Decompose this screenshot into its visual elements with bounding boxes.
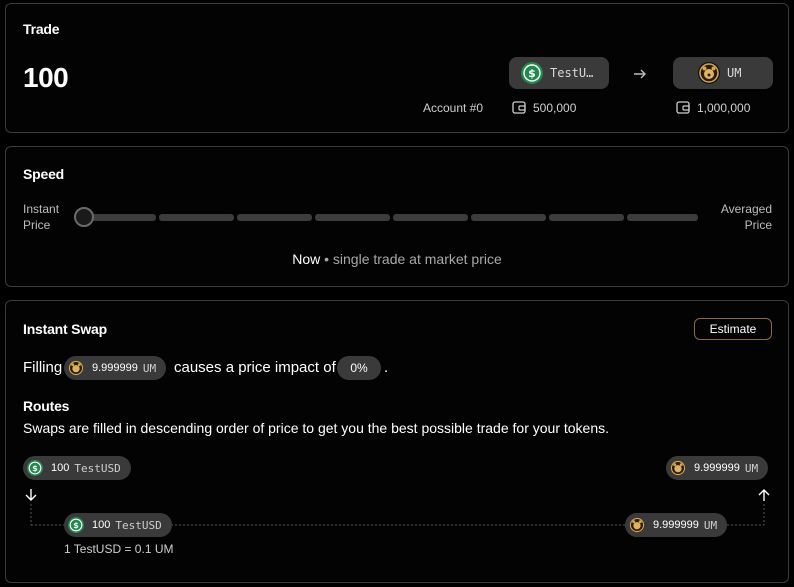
speed-card: Speed Instant Price Averaged Price Now •… bbox=[5, 146, 789, 287]
slider-segment[interactable] bbox=[315, 214, 390, 221]
to-asset-label: UM bbox=[727, 66, 742, 80]
route-start-symbol: TestUSD bbox=[74, 461, 121, 475]
instant-label-line1: Instant bbox=[23, 202, 60, 216]
route-end-amount: 9.999999 bbox=[694, 462, 740, 474]
hop-in-amount: 100 bbox=[92, 519, 111, 531]
route-end-symbol: UM bbox=[744, 461, 759, 475]
svg-text:$: $ bbox=[32, 464, 38, 473]
arrow-right-icon bbox=[634, 69, 646, 79]
hop-in-pill: $ 100 TestUSD bbox=[64, 513, 172, 537]
to-asset-selector[interactable]: UM bbox=[673, 57, 773, 89]
speed-title: Speed bbox=[23, 166, 65, 182]
usd-coin-icon: $ bbox=[27, 460, 43, 476]
slider-segment[interactable] bbox=[159, 214, 234, 221]
hop-out-amount: 9.999999 bbox=[653, 519, 699, 531]
slider-segment[interactable] bbox=[549, 214, 624, 221]
speed-description: Now • single trade at market price bbox=[6, 251, 788, 267]
svg-text:$: $ bbox=[528, 67, 536, 80]
slider-segment[interactable] bbox=[237, 214, 312, 221]
averaged-label-line2: Price bbox=[744, 218, 772, 232]
speed-desc-strong: Now bbox=[292, 251, 321, 267]
slider-segment[interactable] bbox=[393, 214, 468, 221]
svg-text:$: $ bbox=[73, 521, 79, 530]
slider-segment[interactable] bbox=[90, 214, 156, 221]
from-asset-label: TestU… bbox=[550, 66, 594, 80]
hop-rate: 1 TestUSD = 0.1 UM bbox=[64, 542, 174, 556]
hop-in-symbol: TestUSD bbox=[115, 518, 162, 532]
trade-card: Trade 100 $ TestU… UM Account #0 500,000… bbox=[5, 3, 789, 133]
wallet-icon bbox=[676, 101, 690, 114]
from-asset-selector[interactable]: $ TestU… bbox=[509, 57, 609, 89]
trade-title: Trade bbox=[23, 21, 60, 37]
slider-thumb[interactable] bbox=[74, 207, 94, 227]
arrow-down-icon bbox=[25, 489, 37, 501]
route-end-pill: 9.999999 UM bbox=[666, 456, 769, 480]
to-balance: 1,000,000 bbox=[697, 101, 751, 115]
wallet-icon bbox=[512, 101, 526, 114]
arrow-up-icon bbox=[758, 489, 770, 501]
instant-label-line2: Price bbox=[23, 218, 51, 232]
slider-segment[interactable] bbox=[471, 214, 546, 221]
route-start-pill: $ 100 TestUSD bbox=[23, 456, 131, 480]
usd-coin-icon: $ bbox=[521, 62, 543, 84]
route-start-amount: 100 bbox=[51, 462, 70, 474]
averaged-price-label: Averaged Price bbox=[721, 201, 772, 233]
from-balance: 500,000 bbox=[533, 101, 577, 115]
um-token-icon bbox=[670, 460, 686, 476]
route-connector bbox=[30, 504, 765, 526]
um-token-icon bbox=[629, 517, 645, 533]
um-token-icon bbox=[698, 62, 720, 84]
averaged-label-line1: Averaged bbox=[720, 202, 772, 216]
hop-out-symbol: UM bbox=[703, 518, 718, 532]
usd-coin-icon: $ bbox=[68, 517, 84, 533]
hop-out-pill: 9.999999 UM bbox=[625, 513, 728, 537]
instant-swap-card: Instant Swap Estimate Filling 9.999999 U… bbox=[5, 300, 789, 583]
slider-segment[interactable] bbox=[627, 214, 698, 221]
speed-desc-rest: • single trade at market price bbox=[320, 251, 502, 267]
instant-price-label: Instant Price bbox=[23, 201, 59, 233]
account-label: Account #0 bbox=[423, 101, 484, 115]
trade-amount-input[interactable]: 100 bbox=[23, 62, 69, 94]
